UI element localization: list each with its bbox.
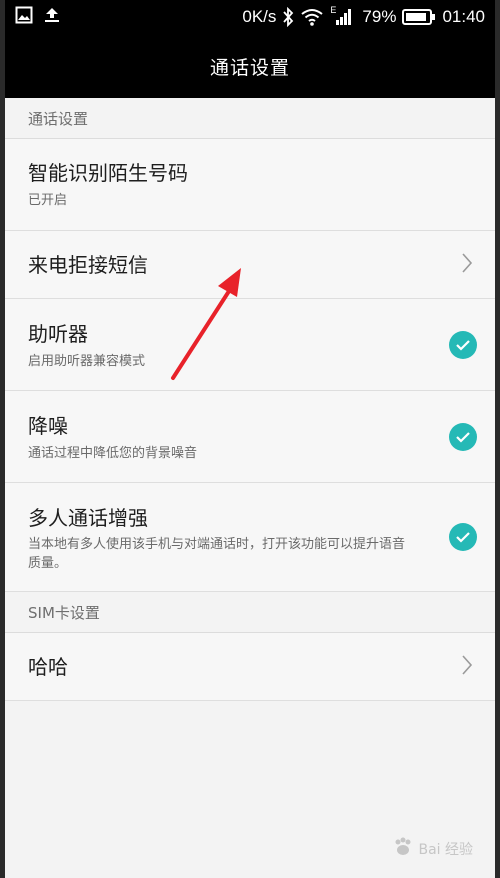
section-header-label: SIM卡设置: [28, 603, 100, 622]
watermark-text: Bai 经验: [418, 842, 473, 858]
section-header-call-settings: 通话设置: [5, 98, 495, 139]
net-speed: 0K/s: [242, 7, 277, 26]
status-right: 0K/s E 79% 01:40: [242, 0, 485, 34]
title-bar: 通话设置: [5, 34, 495, 98]
row-title: 哈哈: [28, 655, 68, 679]
upload-icon: [43, 6, 61, 28]
bluetooth-icon: [282, 7, 294, 27]
paw-icon: [392, 836, 414, 862]
row-subtitle: 当本地有多人使用该手机与对端通话时，打开该功能可以提升语音质量。: [28, 537, 406, 571]
row-subtitle: 已开启: [28, 193, 68, 208]
checkbox-checked-icon[interactable]: [449, 422, 477, 451]
gallery-icon: [15, 6, 33, 28]
row-subtitle: 通话过程中降低您的背景噪音: [28, 446, 198, 461]
signal-icon: E: [330, 5, 352, 27]
row-title: 智能识别陌生号码: [28, 161, 188, 185]
row-title: 助听器: [28, 322, 88, 346]
row-hearing-aid[interactable]: 助听器 启用助听器兼容模式: [5, 299, 495, 391]
row-reject-sms[interactable]: 来电拒接短信: [5, 231, 495, 299]
row-title: 来电拒接短信: [28, 253, 148, 277]
row-subtitle: 启用助听器兼容模式: [28, 354, 146, 369]
row-title: 降噪: [28, 414, 68, 438]
row-title: 多人通话增强: [28, 506, 148, 530]
settings-list: 通话设置 智能识别陌生号码 已开启 来电拒接短信 助听器 启用助听器兼容模式 降…: [5, 98, 495, 701]
phone-screen: 0K/s E 79% 01:40 通话设置 通话设置 智能识别陌生号码 已开启 …: [5, 0, 495, 878]
chevron-right-icon: [461, 252, 473, 278]
clock: 01:40: [442, 7, 485, 26]
row-noise-reduction[interactable]: 降噪 通话过程中降低您的背景噪音: [5, 391, 495, 483]
battery-percent: 79%: [362, 7, 397, 26]
checkbox-checked-icon[interactable]: [449, 523, 477, 551]
chevron-right-icon: [461, 654, 473, 680]
row-multi-party-enhance[interactable]: 多人通话增强 当本地有多人使用该手机与对端通话时，打开该功能可以提升语音质量。: [5, 483, 495, 592]
wifi-icon: [300, 8, 324, 26]
status-bar: 0K/s E 79% 01:40: [5, 0, 495, 34]
watermark: Bai 经验: [392, 836, 473, 862]
battery-icon: [402, 9, 436, 25]
section-header-sim-settings: SIM卡设置: [5, 592, 495, 633]
section-header-label: 通话设置: [28, 109, 89, 128]
status-left: [15, 6, 61, 28]
row-smart-caller-id[interactable]: 智能识别陌生号码 已开启: [5, 139, 495, 231]
checkbox-checked-icon[interactable]: [449, 330, 477, 359]
row-sim-card[interactable]: 哈哈: [5, 633, 495, 701]
page-title: 通话设置: [209, 56, 290, 79]
